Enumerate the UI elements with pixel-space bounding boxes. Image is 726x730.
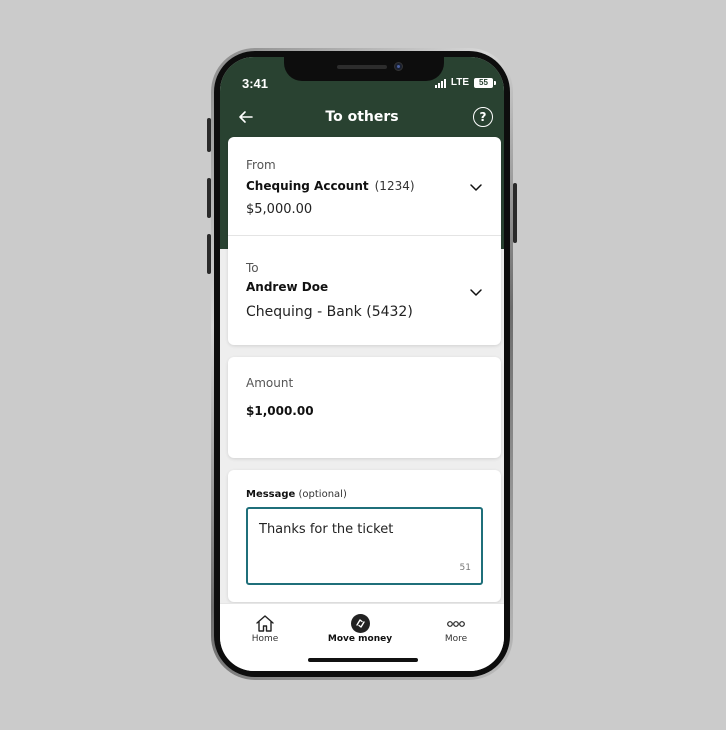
message-char-counter: 51 — [459, 563, 471, 573]
home-icon — [256, 615, 274, 632]
recipient-account: Chequing - Bank (5432) — [246, 304, 413, 320]
notch — [284, 57, 444, 81]
tab-move-money[interactable]: Move money — [320, 604, 400, 654]
bottom-tab-bar: Home Move money More — [220, 603, 504, 671]
transfer-icon — [350, 614, 370, 633]
from-to-card: From Chequing Account (1234) $5,000.00 To… — [228, 137, 501, 345]
to-recipient-selector[interactable]: To Andrew Doe Chequing - Bank (5432) — [228, 237, 501, 345]
to-label: To — [246, 261, 259, 275]
more-dots-icon — [447, 621, 465, 627]
question-circle-icon: ? — [479, 110, 487, 124]
from-account-number: (1234) — [374, 179, 415, 193]
tab-move-money-label: Move money — [327, 634, 393, 644]
status-indicators: LTE 55 — [434, 77, 496, 88]
message-card: Message (optional) Thanks for the ticket… — [228, 470, 501, 602]
recipient-name: Andrew Doe — [246, 280, 329, 294]
from-account-balance: $5,000.00 — [246, 202, 313, 217]
help-button[interactable]: ? — [473, 107, 493, 127]
status-time: 3:41 — [242, 76, 269, 91]
page-title: To others — [325, 109, 399, 125]
amount-input[interactable]: $1,000.00 — [246, 404, 314, 418]
amount-label: Amount — [246, 376, 294, 390]
earpiece-speaker — [337, 65, 387, 69]
message-label-text: Message — [246, 489, 296, 500]
home-indicator[interactable] — [308, 658, 418, 662]
phone-power-button — [513, 183, 517, 243]
phone-bezel: 3:41 LTE 55 To others ? From Chequing Ac… — [214, 51, 510, 677]
phone-frame: 3:41 LTE 55 To others ? From Chequing Ac… — [211, 48, 513, 680]
tab-home-label: Home — [251, 634, 279, 644]
from-account-selector[interactable]: From Chequing Account (1234) $5,000.00 — [228, 137, 501, 236]
from-account-name-text: Chequing Account — [246, 179, 369, 193]
network-type: LTE — [450, 77, 469, 88]
message-input-value: Thanks for the ticket — [259, 522, 394, 537]
amount-card: Amount $1,000.00 — [228, 357, 501, 458]
message-input[interactable]: Thanks for the ticket 51 — [246, 507, 483, 585]
phone-screen: 3:41 LTE 55 To others ? From Chequing Ac… — [220, 57, 504, 671]
chevron-down-icon — [470, 184, 482, 191]
from-account-name: Chequing Account (1234) — [246, 179, 415, 193]
from-label: From — [246, 158, 276, 172]
tab-home[interactable]: Home — [225, 604, 305, 654]
signal-icon — [434, 78, 446, 88]
battery-icon: 55 — [474, 77, 496, 88]
tab-more[interactable]: More — [416, 604, 496, 654]
tab-more-label: More — [444, 634, 468, 644]
front-camera — [394, 62, 403, 71]
message-label: Message (optional) — [246, 489, 347, 500]
chevron-down-icon — [470, 289, 482, 296]
message-label-optional: (optional) — [298, 489, 347, 500]
